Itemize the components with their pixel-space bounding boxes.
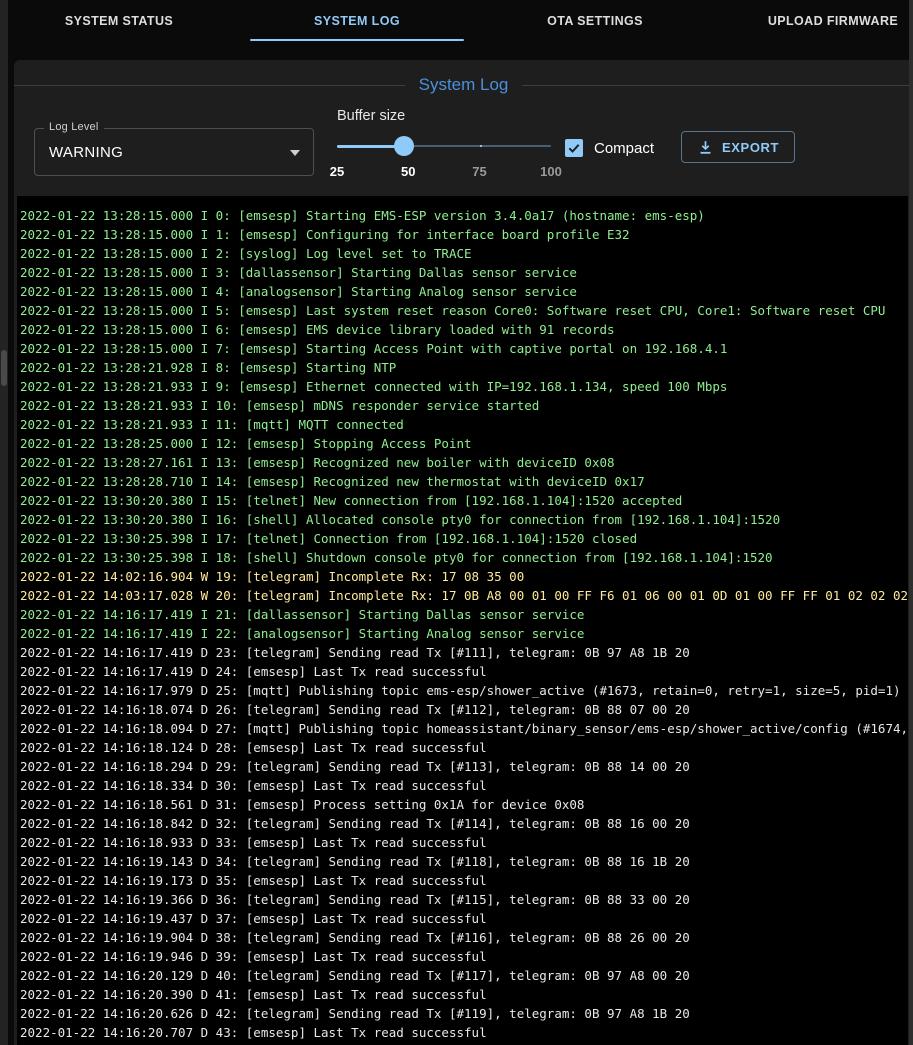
chevron-down-icon [290, 150, 300, 156]
log-line: 2022-01-22 14:16:20.390 D 41: [emsesp] L… [20, 985, 908, 1004]
log-line: 2022-01-22 14:16:17.419 I 22: [analogsen… [20, 624, 908, 643]
log-line: 2022-01-22 13:28:25.000 I 12: [emsesp] S… [20, 434, 908, 453]
log-line: 2022-01-22 13:28:15.000 I 5: [emsesp] La… [20, 301, 908, 320]
tab-ota-settings[interactable]: OTA SETTINGS [476, 0, 714, 42]
tab-upload-firmware[interactable]: UPLOAD FIRMWARE [714, 0, 913, 42]
scrollbar-thumb[interactable] [1, 350, 7, 386]
tab-label: UPLOAD FIRMWARE [768, 14, 898, 28]
log-line: 2022-01-22 14:16:18.124 D 28: [emsesp] L… [20, 738, 908, 757]
window-scrollbar-right[interactable] [909, 0, 913, 1045]
log-line: 2022-01-22 14:02:16.904 W 19: [telegram]… [20, 567, 908, 586]
log-line: 2022-01-22 14:16:17.419 D 23: [telegram]… [20, 643, 908, 662]
log-line: 2022-01-22 13:30:25.398 I 18: [shell] Sh… [20, 548, 908, 567]
system-log-panel: System Log Log Level WARNING Buffer size… [14, 60, 913, 1045]
log-line: 2022-01-22 14:16:19.904 D 38: [telegram]… [20, 928, 908, 947]
buffer-size-group: Buffer size 25 50 75 100 [337, 108, 567, 182]
mark-label-75[interactable]: 75 [472, 164, 486, 179]
log-line: 2022-01-22 14:16:19.143 D 34: [telegram]… [20, 852, 908, 871]
main-tab-bar: SYSTEM STATUS SYSTEM LOG OTA SETTINGS UP… [0, 0, 913, 42]
log-line: 2022-01-22 14:16:20.707 D 43: [emsesp] L… [20, 1023, 908, 1042]
log-level-label: Log Level [44, 121, 104, 133]
active-tab-indicator [250, 39, 464, 41]
log-line: 2022-01-22 14:16:18.933 D 33: [emsesp] L… [20, 833, 908, 852]
log-line: 2022-01-22 14:16:19.437 D 37: [emsesp] L… [20, 909, 908, 928]
log-line: 2022-01-22 14:16:19.946 D 39: [emsesp] L… [20, 947, 908, 966]
log-line: 2022-01-22 14:16:20.129 D 40: [telegram]… [20, 966, 908, 985]
slider-thumb[interactable] [394, 136, 414, 156]
log-line: 2022-01-22 14:16:18.294 D 29: [telegram]… [20, 757, 908, 776]
window-scrollbar-left[interactable] [0, 0, 8, 1045]
mark-label-50[interactable]: 50 [401, 164, 415, 179]
log-line: 2022-01-22 14:16:19.173 D 35: [emsesp] L… [20, 871, 908, 890]
export-label: EXPORT [722, 140, 779, 155]
log-line: 2022-01-22 14:16:20.626 D 42: [telegram]… [20, 1004, 908, 1023]
log-line: 2022-01-22 13:28:15.000 I 1: [emsesp] Co… [20, 225, 908, 244]
log-line: 2022-01-22 13:28:28.710 I 14: [emsesp] R… [20, 472, 908, 491]
log-line: 2022-01-22 14:16:18.842 D 32: [telegram]… [20, 814, 908, 833]
divider-left [14, 85, 405, 86]
log-line: 2022-01-22 13:28:21.933 I 11: [mqtt] MQT… [20, 415, 908, 434]
log-line: 2022-01-22 13:28:15.000 I 2: [syslog] Lo… [20, 244, 908, 263]
divider-right [522, 85, 913, 86]
checkbox-checked-icon[interactable] [565, 139, 583, 157]
log-line: 2022-01-22 13:30:20.380 I 15: [telnet] N… [20, 491, 908, 510]
log-line: 2022-01-22 13:28:15.000 I 6: [emsesp] EM… [20, 320, 908, 339]
log-line: 2022-01-22 13:28:21.933 I 9: [emsesp] Et… [20, 377, 908, 396]
log-line: 2022-01-22 14:16:18.561 D 31: [emsesp] P… [20, 795, 908, 814]
compact-label: Compact [594, 140, 654, 157]
log-line: 2022-01-22 14:16:18.334 D 30: [emsesp] L… [20, 776, 908, 795]
log-level-value: WARNING [49, 144, 123, 161]
log-line: 2022-01-22 14:16:17.419 D 24: [emsesp] L… [20, 662, 908, 681]
tab-label: OTA SETTINGS [547, 14, 643, 28]
buffer-size-slider[interactable] [337, 136, 551, 156]
log-line: 2022-01-22 13:28:27.161 I 13: [emsesp] R… [20, 453, 908, 472]
log-line: 2022-01-22 14:16:18.074 D 26: [telegram]… [20, 700, 908, 719]
log-line: 2022-01-22 13:28:21.933 I 10: [emsesp] m… [20, 396, 908, 415]
log-line: 2022-01-22 14:03:17.028 W 20: [telegram]… [20, 586, 908, 605]
tab-label: SYSTEM STATUS [65, 14, 173, 28]
log-line: 2022-01-22 14:16:17.419 I 21: [dallassen… [20, 605, 908, 624]
log-line: 2022-01-22 13:28:15.000 I 3: [dallassens… [20, 263, 908, 282]
slider-mark-labels: 25 50 75 100 [337, 164, 551, 182]
tab-label: SYSTEM LOG [314, 14, 400, 28]
checkmark-icon [567, 141, 581, 155]
log-line: 2022-01-22 14:16:17.979 D 25: [mqtt] Pub… [20, 681, 908, 700]
tab-system-log[interactable]: SYSTEM LOG [238, 0, 476, 42]
download-icon [697, 139, 714, 156]
export-button[interactable]: EXPORT [681, 131, 795, 163]
log-console[interactable]: 2022-01-22 13:28:15.000 I 0: [emsesp] St… [17, 196, 908, 1045]
page-title: System Log [405, 75, 523, 95]
log-line: 2022-01-22 13:30:25.398 I 17: [telnet] C… [20, 529, 908, 548]
log-line: 2022-01-22 14:16:18.094 D 27: [mqtt] Pub… [20, 719, 908, 738]
tab-system-status[interactable]: SYSTEM STATUS [0, 0, 238, 42]
mark-label-100[interactable]: 100 [540, 164, 562, 179]
panel-title-row: System Log [14, 74, 913, 96]
log-level-select[interactable]: Log Level WARNING [34, 128, 314, 176]
log-line: 2022-01-22 13:28:15.000 I 4: [analogsens… [20, 282, 908, 301]
log-line: 2022-01-22 13:28:15.000 I 0: [emsesp] St… [20, 206, 908, 225]
log-line: 2022-01-22 13:30:20.380 I 16: [shell] Al… [20, 510, 908, 529]
buffer-size-label: Buffer size [337, 108, 567, 124]
compact-checkbox-control[interactable]: Compact [565, 139, 654, 157]
slider-mark-75 [480, 145, 482, 147]
log-line: 2022-01-22 13:28:15.000 I 7: [emsesp] St… [20, 339, 908, 358]
mark-label-25[interactable]: 25 [330, 164, 344, 179]
log-line: 2022-01-22 13:28:21.928 I 8: [emsesp] St… [20, 358, 908, 377]
log-line: 2022-01-22 14:16:19.366 D 36: [telegram]… [20, 890, 908, 909]
